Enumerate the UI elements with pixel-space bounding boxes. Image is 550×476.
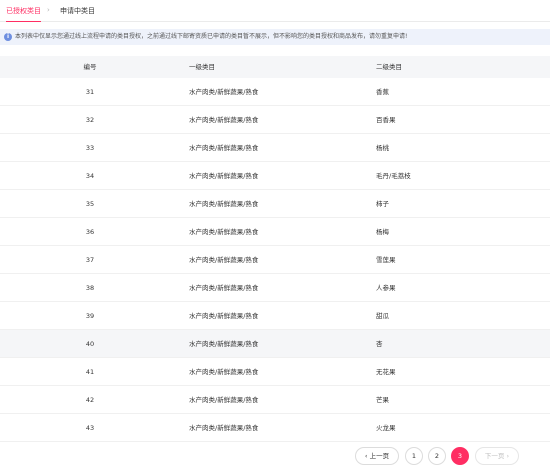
table-row: 31 水产肉类/新鲜蔬果/熟食 香蕉 — [0, 78, 550, 106]
cell-id: 35 — [85, 200, 95, 208]
table-row: 35 水产肉类/新鲜蔬果/熟食 柿子 — [0, 190, 550, 218]
cell-level1-category: 水产肉类/新鲜蔬果/熟食 — [189, 200, 259, 208]
table-row: 39 水产肉类/新鲜蔬果/熟食 甜瓜 — [0, 302, 550, 330]
info-icon: i — [4, 33, 12, 41]
cell-id: 39 — [85, 312, 95, 320]
cell-id: 41 — [85, 368, 95, 376]
cell-level2-category: 甜瓜 — [376, 312, 389, 320]
cell-id: 38 — [85, 284, 95, 292]
page-2-button[interactable]: 2 — [428, 447, 446, 465]
cell-level1-category: 水产肉类/新鲜蔬果/熟食 — [189, 172, 259, 180]
page-1-button[interactable]: 1 — [405, 447, 423, 465]
table-row: 34 水产肉类/新鲜蔬果/熟食 毛丹/毛荔枝 — [0, 162, 550, 190]
header-level1-category: 一级类目 — [189, 63, 215, 71]
header-level2-category: 二级类目 — [376, 63, 402, 71]
table-row: 43 水产肉类/新鲜蔬果/熟食 火龙果 — [0, 414, 550, 442]
table-row: 37 水产肉类/新鲜蔬果/熟食 雪莲果 — [0, 246, 550, 274]
cell-level1-category: 水产肉类/新鲜蔬果/熟食 — [189, 256, 259, 264]
cell-level2-category: 杏 — [376, 340, 383, 348]
category-table: 编号 一级类目 二级类目 31 水产肉类/新鲜蔬果/熟食 香蕉 32 水产肉类/新鲜蔬果… — [0, 56, 550, 442]
cell-level2-category: 百香果 — [376, 116, 396, 124]
cell-id: 42 — [85, 396, 95, 404]
header-id: 编号 — [83, 63, 97, 71]
tab-separator: › — [47, 6, 50, 14]
notice-text: 本列表中仅显示您通过线上流程申请的类目授权，之前通过线下邮寄资质已申请的类目暂不… — [15, 33, 408, 40]
cell-level1-category: 水产肉类/新鲜蔬果/熟食 — [189, 144, 259, 152]
table-row: 33 水产肉类/新鲜蔬果/熟食 杨桃 — [0, 134, 550, 162]
cell-level1-category: 水产肉类/新鲜蔬果/熟食 — [189, 116, 259, 124]
cell-level2-category: 芒果 — [376, 396, 389, 404]
table-row: 42 水产肉类/新鲜蔬果/熟食 芒果 — [0, 386, 550, 414]
table-body: 31 水产肉类/新鲜蔬果/熟食 香蕉 32 水产肉类/新鲜蔬果/熟食 百香果 33 水产肉类/… — [0, 78, 550, 442]
table-row: 36 水产肉类/新鲜蔬果/熟食 杨梅 — [0, 218, 550, 246]
next-page-button[interactable]: 下一页 › — [475, 447, 519, 465]
cell-level1-category: 水产肉类/新鲜蔬果/熟食 — [189, 368, 259, 376]
page-3-button-current[interactable]: 3 — [451, 447, 469, 465]
cell-id: 32 — [85, 116, 95, 124]
cell-id: 33 — [85, 144, 95, 152]
cell-level1-category: 水产肉类/新鲜蔬果/熟食 — [189, 340, 259, 348]
table-row: 32 水产肉类/新鲜蔬果/熟食 百香果 — [0, 106, 550, 134]
cell-level1-category: 水产肉类/新鲜蔬果/熟食 — [189, 312, 259, 320]
table-row: 41 水产肉类/新鲜蔬果/熟食 无花果 — [0, 358, 550, 386]
cell-id: 31 — [85, 88, 95, 96]
prev-page-button[interactable]: ‹ 上一页 — [355, 447, 399, 465]
cell-level2-category: 杨桃 — [376, 144, 389, 152]
cell-level2-category: 无花果 — [376, 368, 396, 376]
cell-id: 43 — [85, 424, 95, 432]
cell-level2-category: 雪莲果 — [376, 256, 396, 264]
cell-level1-category: 水产肉类/新鲜蔬果/熟食 — [189, 228, 259, 236]
category-tabs: 已授权类目 › 申请中类目 — [0, 0, 550, 22]
cell-level2-category: 人参果 — [376, 284, 396, 292]
cell-level1-category: 水产肉类/新鲜蔬果/熟食 — [189, 88, 259, 96]
cell-id: 37 — [85, 256, 95, 264]
tab-applying-categories[interactable]: 申请中类目 — [60, 5, 95, 22]
cell-level2-category: 毛丹/毛荔枝 — [376, 172, 411, 180]
cell-level2-category: 火龙果 — [376, 424, 396, 432]
cell-id: 34 — [85, 172, 95, 180]
cell-level2-category: 杨梅 — [376, 228, 389, 236]
table-row: 40 水产肉类/新鲜蔬果/熟食 杏 — [0, 330, 550, 358]
cell-level1-category: 水产肉类/新鲜蔬果/熟食 — [189, 284, 259, 292]
notice-bar: i 本列表中仅显示您通过线上流程申请的类目授权，之前通过线下邮寄资质已申请的类目… — [0, 29, 550, 45]
tab-authorized-categories[interactable]: 已授权类目 — [6, 5, 41, 22]
cell-level1-category: 水产肉类/新鲜蔬果/熟食 — [189, 424, 259, 432]
cell-level2-category: 柿子 — [376, 200, 389, 208]
cell-id: 36 — [85, 228, 95, 236]
cell-level2-category: 香蕉 — [376, 88, 389, 96]
cell-id: 40 — [85, 340, 95, 348]
cell-level1-category: 水产肉类/新鲜蔬果/熟食 — [189, 396, 259, 404]
table-row: 38 水产肉类/新鲜蔬果/熟食 人参果 — [0, 274, 550, 302]
table-header: 编号 一级类目 二级类目 — [0, 56, 550, 78]
